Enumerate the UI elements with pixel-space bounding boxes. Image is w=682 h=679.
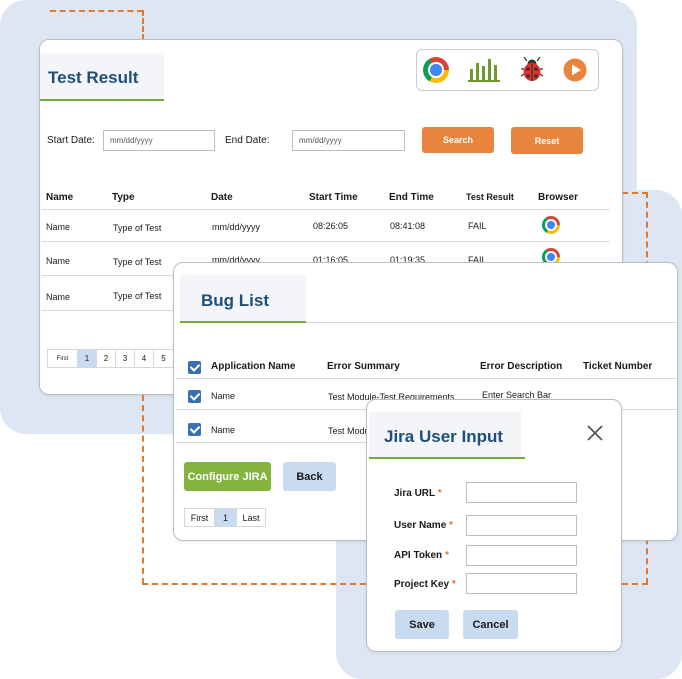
page-4-button[interactable]: 4 xyxy=(135,350,154,367)
play-icon[interactable] xyxy=(563,58,587,82)
dashed-connector xyxy=(142,583,366,585)
column-header-start-time: Start Time xyxy=(309,192,358,203)
table-cell-result: FAIL xyxy=(468,221,487,231)
dashed-connector xyxy=(50,10,143,12)
dashed-connector xyxy=(142,395,144,584)
table-cell-end-time: 08:41:08 xyxy=(390,221,426,231)
title-underline xyxy=(40,99,164,101)
column-header-test-result: Test Result xyxy=(466,192,514,202)
configure-jira-button[interactable]: Configure JIRA xyxy=(184,462,271,491)
dashed-connector xyxy=(622,192,648,194)
table-cell-application-name: Name xyxy=(211,391,236,401)
back-button[interactable]: Back xyxy=(283,462,336,491)
start-date-input[interactable]: mm/dd/yyyy xyxy=(103,130,215,151)
user-name-input[interactable] xyxy=(466,515,577,536)
table-cell-type: Type of Test xyxy=(113,257,162,267)
table-cell-name: Name xyxy=(46,292,71,302)
project-key-input[interactable] xyxy=(466,573,577,594)
test-result-title: Test Result xyxy=(48,68,139,87)
search-button[interactable]: Search xyxy=(422,127,494,153)
page-2-button[interactable]: 2 xyxy=(97,350,116,367)
table-cell-type: Type of Test xyxy=(113,223,162,233)
test-result-title-tab: Test Result xyxy=(40,53,164,99)
chrome-icon xyxy=(542,216,560,234)
table-divider xyxy=(176,378,677,379)
save-button[interactable]: Save xyxy=(395,610,449,639)
row-checkbox[interactable] xyxy=(188,390,201,403)
jira-user-input-dialog: Jira User Input Jira URL * User Name * A… xyxy=(366,399,622,652)
close-icon[interactable] xyxy=(586,424,604,442)
bug-list-title: Bug List xyxy=(201,291,269,310)
dashed-connector xyxy=(622,583,648,585)
page-last-button[interactable]: Last xyxy=(237,509,265,526)
column-header-date: Date xyxy=(211,192,233,203)
row-checkbox[interactable] xyxy=(188,423,201,436)
table-cell-error-summary: Test Modu xyxy=(328,426,370,436)
stage: Test Result Start Date: mm/dd/yyyy End D… xyxy=(0,0,682,679)
table-divider xyxy=(42,241,610,242)
column-header-name: Name xyxy=(46,192,74,203)
page-first-button[interactable]: First xyxy=(185,509,215,526)
api-token-label: API Token * xyxy=(394,550,449,561)
page-3-button[interactable]: 3 xyxy=(116,350,135,367)
page-5-button[interactable]: 5 xyxy=(154,350,173,367)
table-cell-date: mm/dd/yyyy xyxy=(212,222,261,232)
reset-button[interactable]: Reset xyxy=(511,127,583,154)
column-header-application-name: Application Name xyxy=(211,361,296,372)
panel-divider xyxy=(306,322,677,323)
table-cell-type: Type of Test xyxy=(113,291,162,301)
table-divider xyxy=(42,310,182,311)
column-header-error-description: Error Description xyxy=(480,361,563,372)
page-first-button[interactable]: First xyxy=(48,350,78,367)
bug-list-title-tab: Bug List xyxy=(180,275,306,321)
column-header-type: Type xyxy=(112,192,135,203)
column-header-browser: Browser xyxy=(538,192,579,203)
table-cell-name: Name xyxy=(46,222,71,232)
api-token-input[interactable] xyxy=(466,545,577,566)
column-header-end-time: End Time xyxy=(389,192,434,203)
table-cell-start-time: 08:26:05 xyxy=(313,221,349,231)
end-date-input[interactable]: mm/dd/yyyy xyxy=(292,130,405,151)
page-1-button[interactable]: 1 xyxy=(215,509,237,526)
dashed-connector xyxy=(142,10,144,40)
project-key-label: Project Key * xyxy=(394,579,456,590)
column-header-ticket-number: Ticket Number xyxy=(583,361,653,372)
table-cell-application-name: Name xyxy=(211,425,236,435)
jira-dialog-title: Jira User Input xyxy=(384,427,504,446)
table-cell-name: Name xyxy=(46,256,71,266)
pagination: First 1 2 3 4 5 xyxy=(47,349,174,368)
jira-url-label: Jira URL * xyxy=(394,488,442,499)
cancel-button[interactable]: Cancel xyxy=(463,610,518,639)
pagination: First 1 Last xyxy=(184,508,266,527)
start-date-label: Start Date: xyxy=(47,135,95,146)
table-divider xyxy=(42,209,610,210)
jira-url-input[interactable] xyxy=(466,482,577,503)
column-header-error-summary: Error Summary xyxy=(327,361,400,372)
jira-title-tab: Jira User Input xyxy=(369,412,521,457)
end-date-label: End Date: xyxy=(225,135,270,146)
ladybug-icon[interactable] xyxy=(518,55,546,83)
table-divider xyxy=(176,442,376,443)
title-underline xyxy=(369,457,525,459)
chrome-icon[interactable] xyxy=(423,57,449,83)
user-name-label: User Name * xyxy=(394,520,453,531)
select-all-checkbox[interactable] xyxy=(188,361,201,374)
page-1-button[interactable]: 1 xyxy=(78,350,97,367)
bar-chart-icon[interactable] xyxy=(467,55,501,83)
title-underline xyxy=(180,321,306,323)
